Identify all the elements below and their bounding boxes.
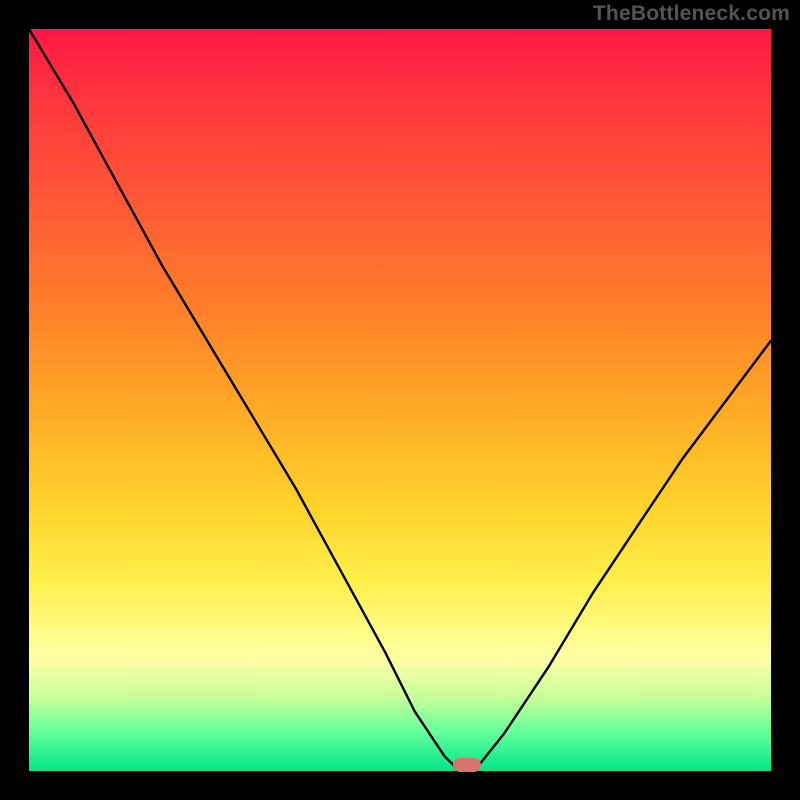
bottleneck-curve <box>29 29 771 771</box>
plot-area <box>29 29 771 771</box>
watermark-text: TheBottleneck.com <box>593 2 790 26</box>
curve-path <box>29 29 771 771</box>
chart-frame: TheBottleneck.com <box>0 0 800 800</box>
optimal-marker <box>453 758 481 772</box>
